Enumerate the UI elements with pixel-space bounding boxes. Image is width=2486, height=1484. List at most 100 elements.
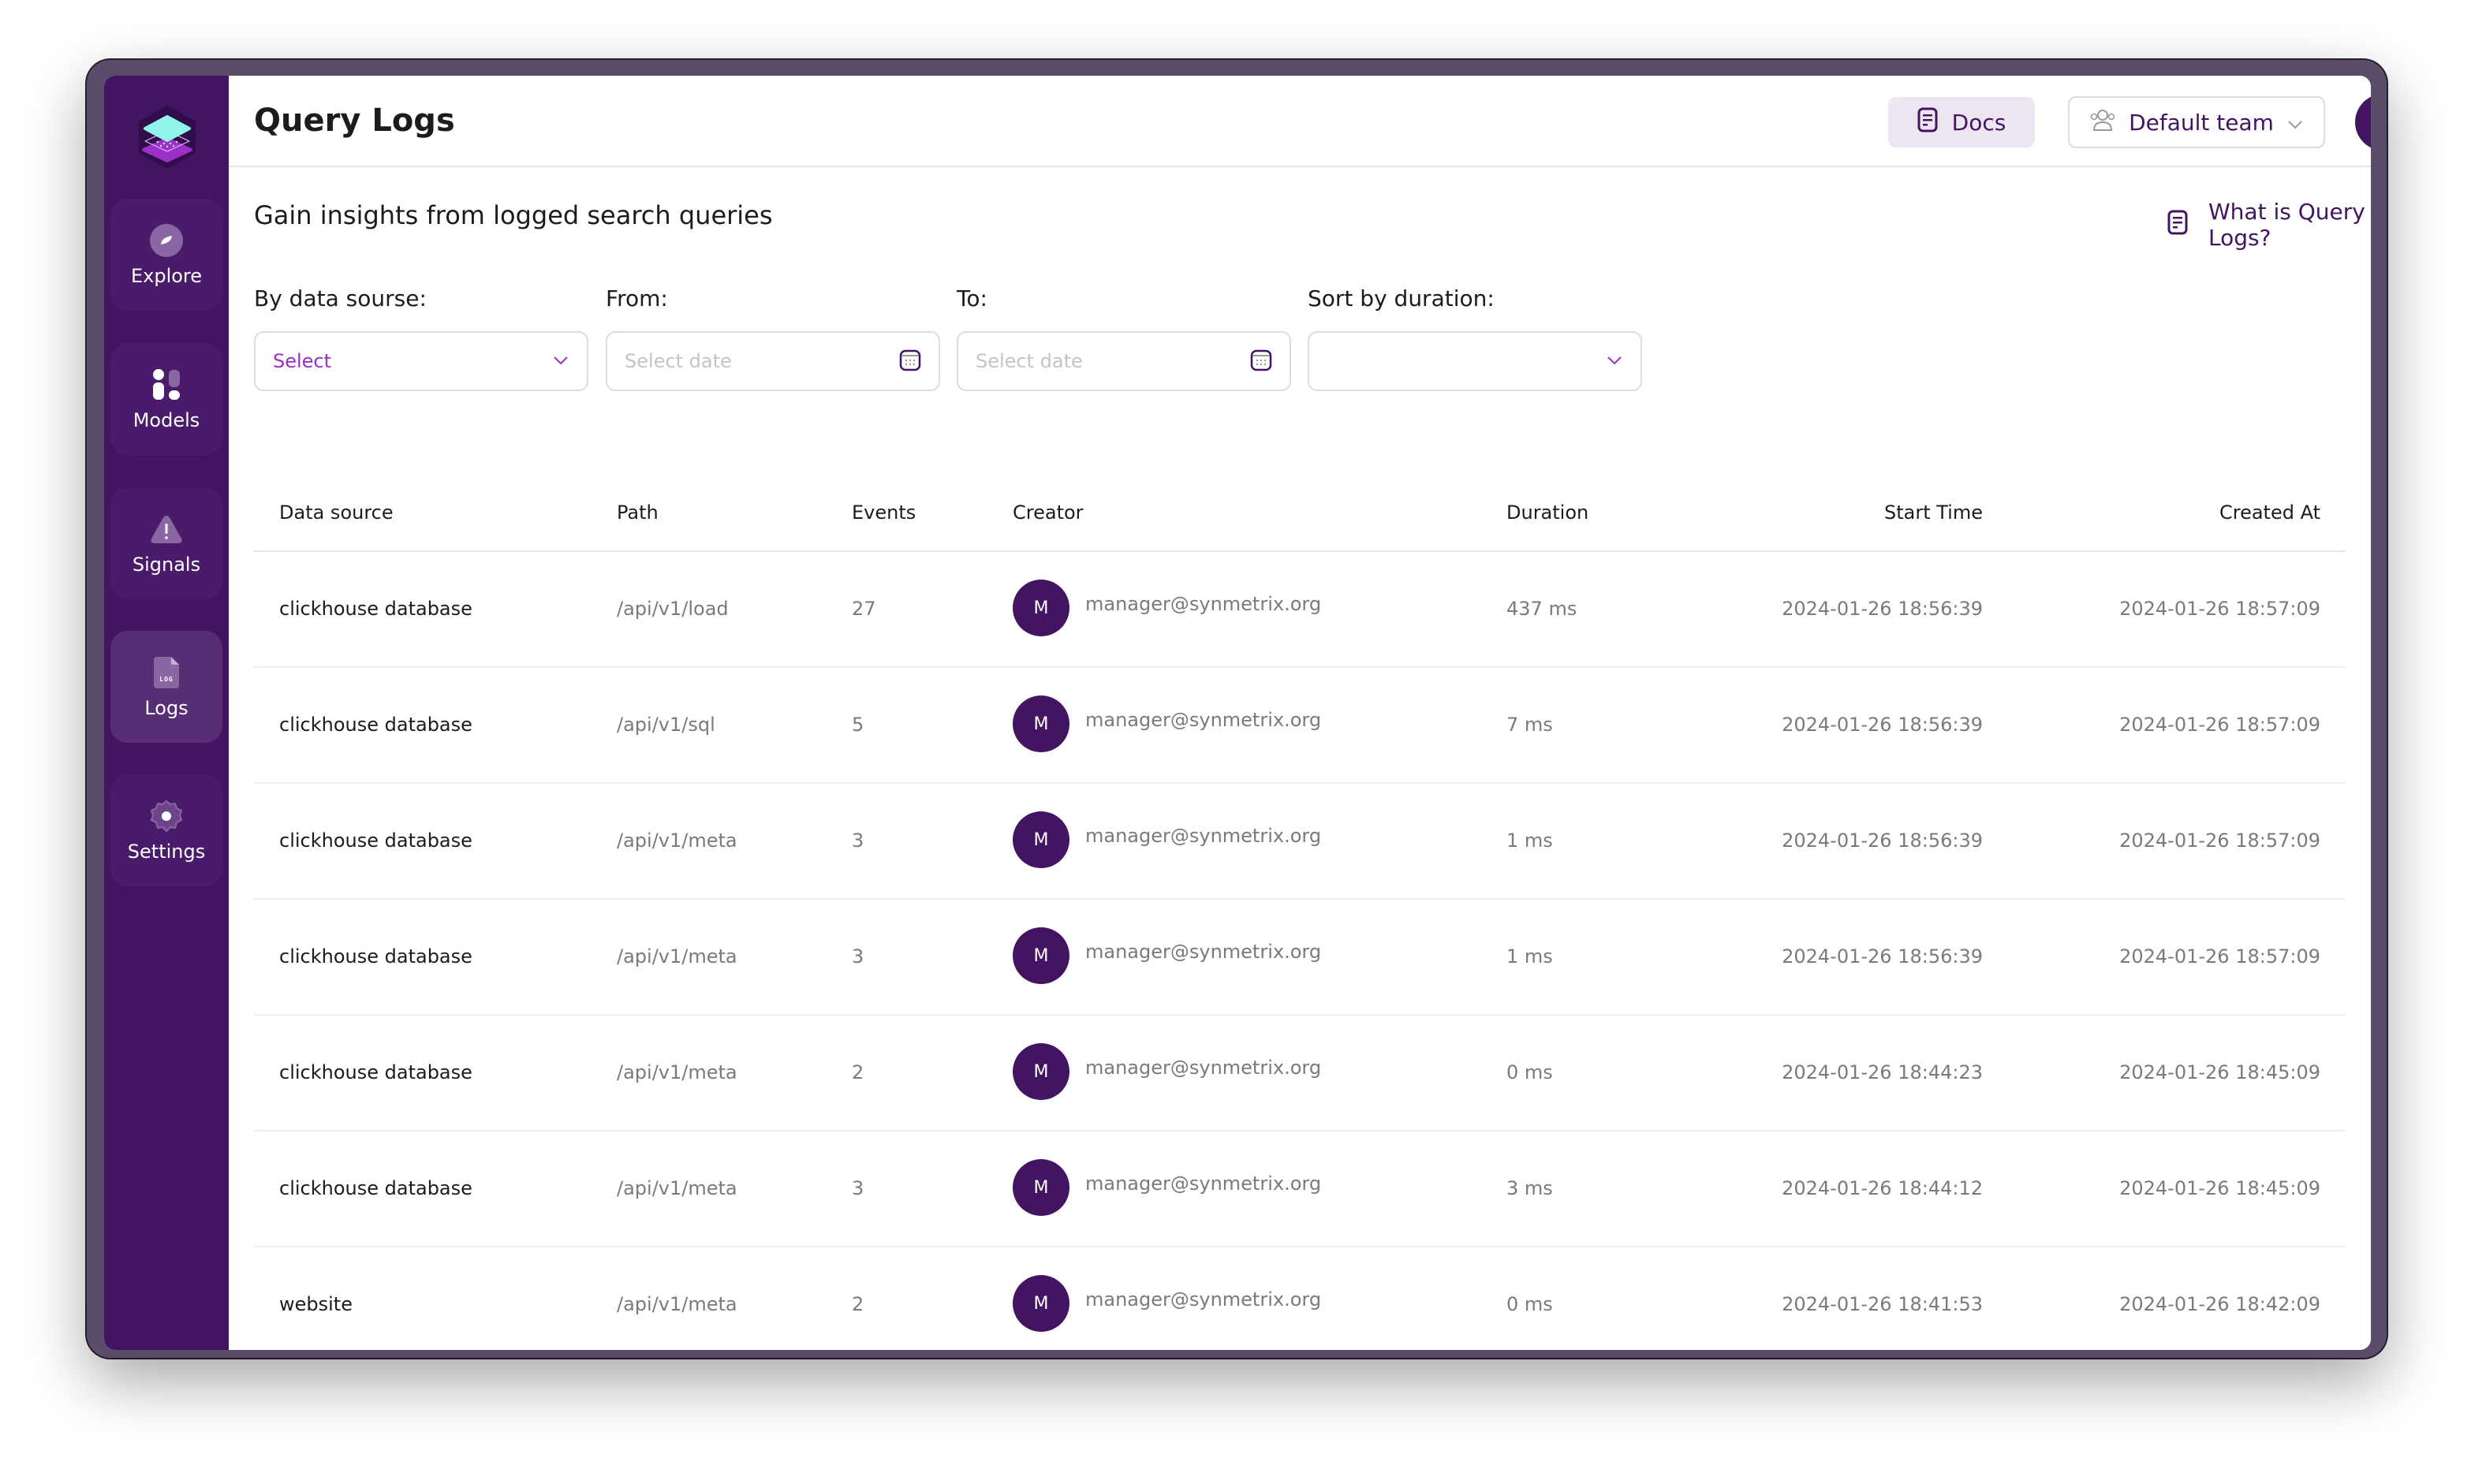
start-time-cell: 2024-01-26 18:56:39 [1782,830,1983,852]
duration-cell: 0 ms [1506,1061,1553,1083]
sidebar-item-signals[interactable]: Signals [110,487,222,599]
events-cell: 27 [852,598,876,620]
creator-email: manager@synmetrix.org [1085,941,1322,963]
table-row[interactable]: clickhouse database /api/v1/meta 3 M man… [254,784,2346,900]
from-label: From: [606,285,668,311]
creator-email: manager@synmetrix.org [1085,709,1322,731]
user-avatar[interactable]: M [2355,94,2371,151]
path-cell: /api/v1/meta [617,1293,737,1315]
creator-avatar: M [1013,1159,1069,1216]
from-date-placeholder: Select date [625,350,732,372]
calendar-icon[interactable] [899,348,921,375]
top-header: Query Logs Docs Default team M [229,76,2371,167]
events-cell: 3 [852,830,864,852]
creator-avatar: M [1013,811,1069,868]
team-selector[interactable]: Default team [2068,96,2325,148]
column-header-data-source[interactable]: Data source [279,502,394,524]
column-header-path[interactable]: Path [617,502,659,524]
log-file-icon: LOG [148,654,185,691]
path-cell: /api/v1/sql [617,714,715,736]
models-grid-icon [148,367,185,403]
from-date-input[interactable]: Select date [606,331,940,391]
events-cell: 2 [852,1293,864,1315]
table-row[interactable]: clickhouse database /api/v1/meta 2 M man… [254,1016,2346,1132]
logo[interactable] [134,104,200,170]
sidebar-item-models[interactable]: Models [110,343,222,455]
page-title: Query Logs [254,103,455,139]
column-header-creator[interactable]: Creator [1013,502,1084,524]
data-source-cell: clickhouse database [279,945,472,968]
data-source-cell: clickhouse database [279,598,472,620]
creator-avatar: M [1013,695,1069,752]
duration-cell: 0 ms [1506,1293,1553,1315]
creator-email: manager@synmetrix.org [1085,1288,1322,1311]
compass-icon [148,222,185,259]
warning-triangle-icon [148,511,185,547]
creator-avatar: M [1013,1275,1069,1332]
sort-duration-label: Sort by duration: [1308,285,1495,311]
to-date-input[interactable]: Select date [957,331,1291,391]
duration-cell: 7 ms [1506,714,1553,736]
creator-email: manager@synmetrix.org [1085,593,1322,615]
creator-avatar: M [1013,927,1069,984]
document-icon [2167,210,2188,240]
to-date-placeholder: Select date [976,350,1083,372]
docs-label: Docs [1951,109,2006,136]
table-row[interactable]: clickhouse database /api/v1/sql 5 M mana… [254,668,2346,784]
sort-duration-select[interactable] [1308,331,1642,391]
sidebar-item-label: Models [133,409,200,431]
column-header-start-time[interactable]: Start Time [1884,502,1983,524]
svg-text:LOG: LOG [159,676,173,683]
events-cell: 3 [852,945,864,968]
calendar-icon[interactable] [1250,348,1272,375]
table-row[interactable]: clickhouse database /api/v1/meta 3 M man… [254,1132,2346,1247]
created-at-cell: 2024-01-26 18:57:09 [2119,945,2320,968]
created-at-cell: 2024-01-26 18:42:09 [2119,1293,2320,1315]
sidebar: Explore Models Signals LOG Logs Settings [104,76,229,1350]
data-source-select[interactable]: Select [254,331,588,391]
duration-cell: 1 ms [1506,830,1553,852]
column-header-events[interactable]: Events [852,502,916,524]
creator-avatar: M [1013,1043,1069,1100]
gear-icon [148,798,185,834]
table-row[interactable]: clickhouse database /api/v1/meta 3 M man… [254,900,2346,1016]
sidebar-item-explore[interactable]: Explore [110,199,222,311]
created-at-cell: 2024-01-26 18:57:09 [2119,714,2320,736]
column-header-created-at[interactable]: Created At [2219,502,2320,524]
table-row[interactable]: clickhouse database /api/v1/load 27 M ma… [254,552,2346,668]
duration-cell: 1 ms [1506,945,1553,968]
created-at-cell: 2024-01-26 18:45:09 [2119,1177,2320,1199]
path-cell: /api/v1/meta [617,1061,737,1083]
docs-button[interactable]: Docs [1888,97,2035,147]
sidebar-item-label: Signals [132,554,201,576]
created-at-cell: 2024-01-26 18:45:09 [2119,1061,2320,1083]
start-time-cell: 2024-01-26 18:56:39 [1782,945,1983,968]
table-body: clickhouse database /api/v1/load 27 M ma… [254,552,2346,1350]
path-cell: /api/v1/meta [617,830,737,852]
path-cell: /api/v1/meta [617,945,737,968]
created-at-cell: 2024-01-26 18:57:09 [2119,598,2320,620]
data-source-cell: clickhouse database [279,830,472,852]
app-window: Explore Models Signals LOG Logs Settings… [104,76,2371,1350]
what-is-query-logs-link[interactable]: What is Query Logs? [2167,199,2371,251]
sidebar-item-settings[interactable]: Settings [110,774,222,886]
sidebar-item-label: Settings [127,841,206,863]
start-time-cell: 2024-01-26 18:44:23 [1782,1061,1983,1083]
start-time-cell: 2024-01-26 18:44:12 [1782,1177,1983,1199]
column-header-duration[interactable]: Duration [1506,502,1588,524]
query-logs-table: Data source Path Events Creator Duration… [254,473,2346,1350]
table-row[interactable]: website /api/v1/meta 2 M manager@synmetr… [254,1247,2346,1350]
start-time-cell: 2024-01-26 18:56:39 [1782,714,1983,736]
team-label: Default team [2129,109,2274,136]
creator-email: manager@synmetrix.org [1085,1057,1322,1079]
chevron-down-icon [552,354,569,369]
layered-cube-logo-icon [139,106,196,169]
table-header: Data source Path Events Creator Duration… [254,473,2346,552]
sidebar-item-logs[interactable]: LOG Logs [110,631,222,743]
creator-email: manager@synmetrix.org [1085,825,1322,847]
events-cell: 5 [852,714,864,736]
path-cell: /api/v1/meta [617,1177,737,1199]
path-cell: /api/v1/load [617,598,729,620]
chevron-down-icon [2286,110,2304,136]
help-link-label: What is Query Logs? [2208,199,2365,251]
